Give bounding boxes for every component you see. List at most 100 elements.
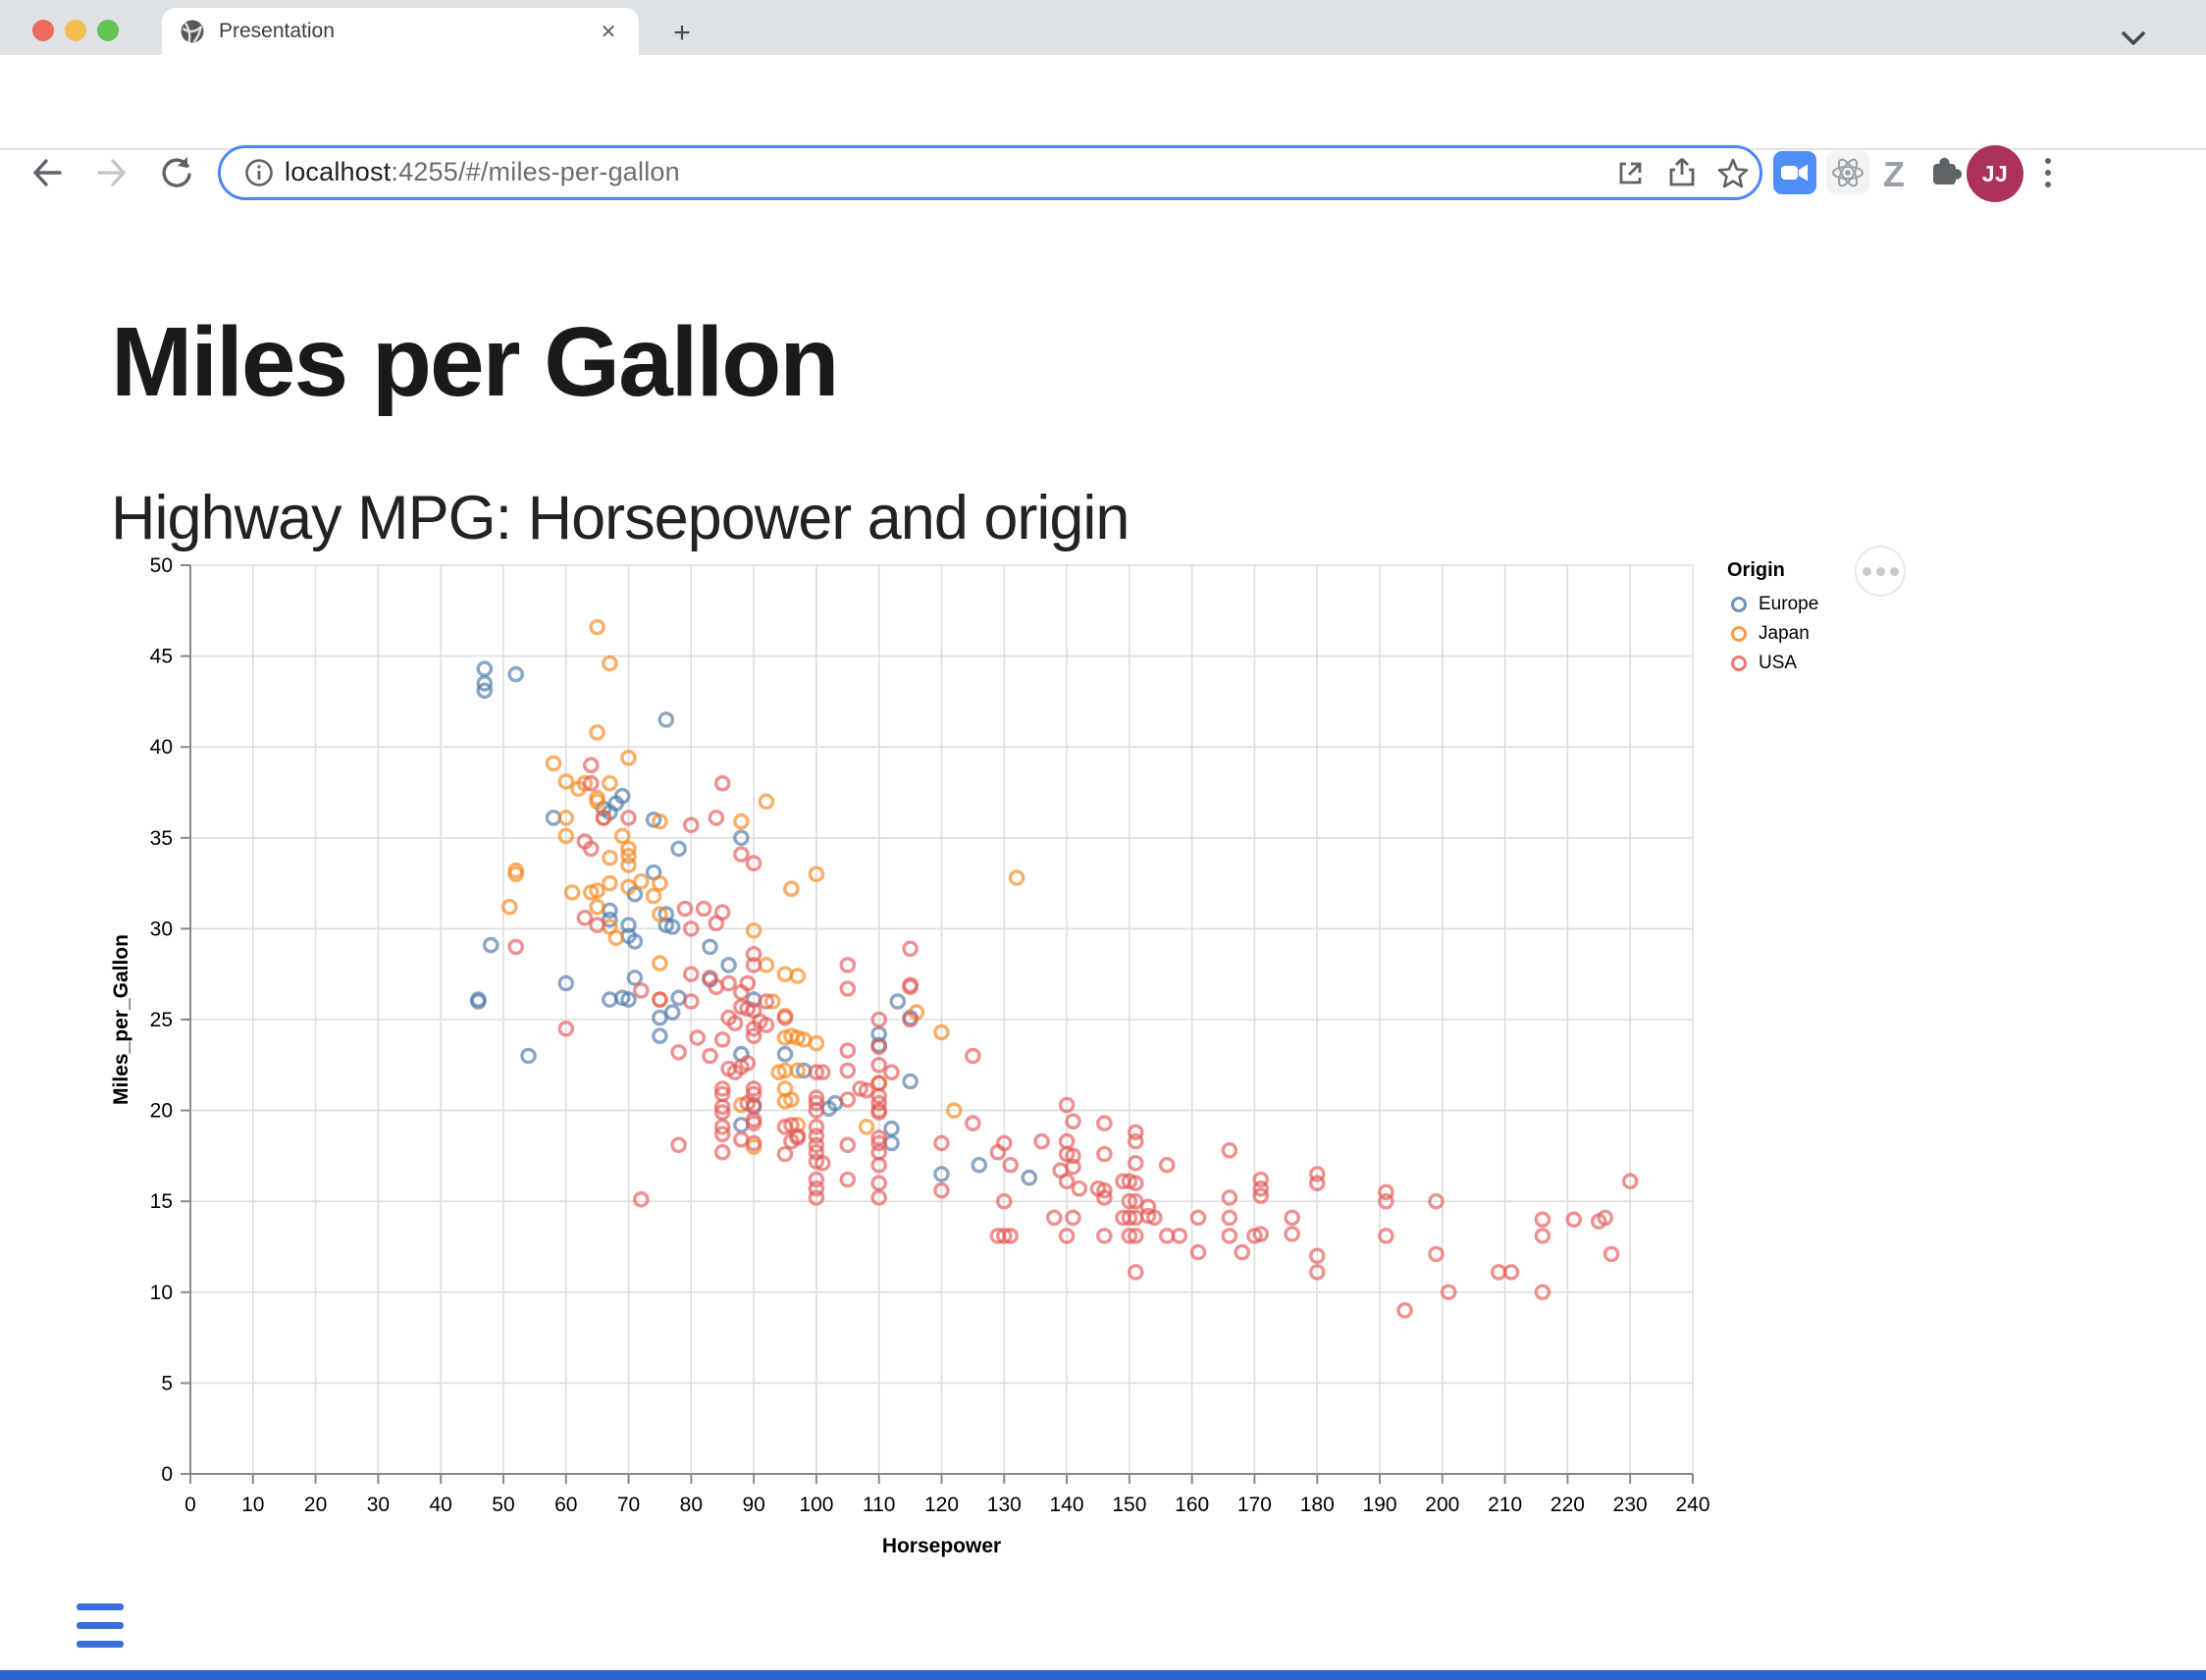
browser-tab[interactable]: Presentation ✕	[162, 8, 639, 55]
data-point-usa	[716, 1087, 729, 1100]
legend-symbol-icon	[1727, 622, 1751, 646]
data-point-europe	[628, 971, 641, 984]
share-icon[interactable]	[1664, 155, 1700, 190]
tab-close-icon[interactable]: ✕	[594, 17, 623, 46]
slide-menu-button[interactable]	[77, 1603, 124, 1659]
data-point-europe	[885, 1123, 898, 1135]
url-text[interactable]: localhost:4255/#/miles-per-gallon	[285, 157, 680, 187]
data-point-usa	[1117, 1175, 1129, 1187]
data-point-usa	[716, 1033, 729, 1046]
y-tick-label: 25	[150, 1009, 173, 1031]
data-point-usa	[967, 1117, 979, 1129]
data-point-europe	[778, 1048, 791, 1061]
data-point-japan	[798, 1033, 811, 1046]
tab-list-chevron-icon[interactable]	[2118, 29, 2149, 49]
data-point-japan	[559, 775, 572, 788]
data-point-usa	[748, 1113, 761, 1126]
z-extension-icon[interactable]: Z	[1883, 154, 1905, 195]
data-point-usa	[1129, 1195, 1142, 1208]
forward-button[interactable]	[92, 153, 131, 192]
data-point-europe	[935, 1168, 948, 1181]
site-info-icon[interactable]	[241, 155, 277, 190]
data-point-usa	[872, 1159, 885, 1172]
data-point-usa	[810, 1091, 822, 1104]
open-in-new-icon[interactable]	[1613, 155, 1649, 190]
data-point-usa	[872, 1177, 885, 1189]
data-point-usa	[841, 982, 854, 995]
data-point-usa	[872, 1104, 885, 1117]
reload-button[interactable]	[157, 153, 196, 192]
browser-tab-strip: Presentation ✕ +	[0, 0, 2206, 55]
data-point-japan	[559, 829, 572, 842]
window-close-button[interactable]	[32, 20, 54, 41]
y-axis-title: Miles_per_Gallon	[110, 934, 132, 1105]
data-point-usa	[760, 995, 772, 1008]
y-tick-label: 45	[150, 646, 173, 668]
data-point-usa	[967, 1049, 979, 1062]
data-point-usa	[1536, 1286, 1549, 1298]
legend-entry-europe[interactable]: Europe	[1727, 590, 1818, 619]
data-point-japan	[604, 777, 616, 790]
data-point-japan	[585, 886, 598, 899]
data-point-usa	[1123, 1175, 1135, 1187]
data-point-usa	[728, 1017, 741, 1029]
data-point-japan	[622, 880, 635, 893]
data-point-usa	[778, 1147, 791, 1160]
data-point-japan	[791, 1031, 804, 1044]
extensions-puzzle-icon[interactable]	[1925, 151, 1969, 194]
data-point-japan	[604, 877, 616, 890]
x-tick-label: 210	[1488, 1494, 1522, 1516]
data-point-europe	[904, 1075, 917, 1087]
data-point-usa	[654, 993, 666, 1006]
data-point-usa	[1380, 1230, 1392, 1242]
data-point-usa	[685, 968, 698, 980]
data-point-europe	[829, 1097, 842, 1110]
browser-menu-kebab-icon[interactable]	[2039, 153, 2057, 192]
data-point-usa	[1067, 1211, 1079, 1224]
x-tick-label: 30	[367, 1494, 390, 1516]
data-point-japan	[509, 865, 522, 877]
data-point-usa	[754, 1015, 766, 1027]
data-point-usa	[748, 1082, 761, 1095]
data-point-usa	[709, 980, 722, 993]
data-point-usa	[1098, 1117, 1111, 1129]
data-point-japan	[785, 882, 798, 895]
legend-entry-japan[interactable]: Japan	[1727, 619, 1818, 649]
data-point-usa	[591, 919, 604, 931]
data-point-japan	[591, 726, 604, 739]
window-maximize-button[interactable]	[97, 20, 119, 41]
back-button[interactable]	[27, 153, 67, 192]
data-point-usa	[1430, 1247, 1443, 1260]
data-point-usa	[748, 1117, 761, 1129]
data-point-usa	[1061, 1147, 1074, 1160]
data-point-usa	[597, 812, 609, 824]
x-tick-label: 20	[304, 1494, 327, 1516]
x-tick-label: 40	[429, 1494, 451, 1516]
progress-bar[interactable]	[0, 1670, 2206, 1680]
new-tab-button[interactable]: +	[665, 18, 699, 51]
data-point-usa	[998, 1136, 1011, 1149]
page-title: Miles per Gallon	[111, 306, 837, 419]
bookmark-star-icon[interactable]	[1715, 155, 1751, 190]
data-point-usa	[791, 1131, 804, 1144]
data-point-usa	[1380, 1195, 1392, 1208]
slide-subtitle: Highway MPG: Horsepower and origin	[111, 483, 1129, 553]
data-point-usa	[810, 1138, 822, 1151]
data-point-usa	[678, 902, 691, 915]
window-minimize-button[interactable]	[65, 20, 86, 41]
data-point-usa	[1129, 1266, 1142, 1279]
data-point-japan	[503, 901, 516, 914]
url-host: localhost	[285, 157, 391, 186]
vega-actions-button[interactable]	[1855, 546, 1906, 597]
react-devtools-extension-icon[interactable]	[1826, 151, 1869, 194]
profile-avatar[interactable]: JJ	[1967, 145, 2023, 202]
zoom-extension-icon[interactable]	[1773, 151, 1816, 194]
data-point-usa	[1129, 1126, 1142, 1138]
data-point-usa	[872, 1076, 885, 1089]
y-tick-label: 30	[150, 918, 173, 940]
legend-entry-usa[interactable]: USA	[1727, 649, 1818, 678]
y-tick-label: 0	[161, 1463, 173, 1486]
data-point-usa	[748, 1087, 761, 1100]
data-point-usa	[741, 976, 754, 989]
data-point-usa	[685, 818, 698, 831]
